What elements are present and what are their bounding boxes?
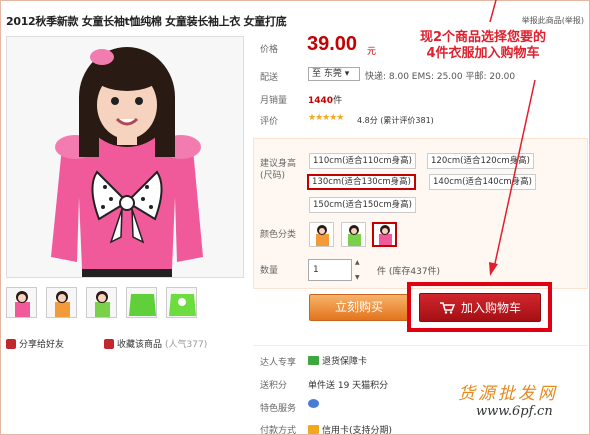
- guarantee-icon: [308, 356, 319, 365]
- annotation-line-1: 现2个商品选择您要的: [419, 30, 547, 45]
- credit-card-icon: [308, 425, 319, 434]
- points-value: 单件送 19 天猫积分: [308, 381, 389, 391]
- watermark-url: www.6pf.cn: [476, 404, 553, 419]
- payment-label: 付款方式: [260, 426, 297, 435]
- watermark-logo: 货源批发网: [458, 384, 558, 404]
- service-label: 特色服务: [260, 404, 297, 414]
- annotation-text: 现2个商品选择您要的 4件衣服加入购物车: [388, 30, 578, 62]
- guarantee-label: 达人专享: [260, 358, 297, 368]
- service-icon[interactable]: [308, 399, 319, 408]
- payment-value[interactable]: 信用卡(支持分期): [322, 423, 392, 435]
- guarantee-row: 退货保障卡: [308, 354, 367, 367]
- guarantee-value[interactable]: 退货保障卡: [322, 354, 367, 367]
- annotation-arrows: [489, 0, 536, 276]
- points-label: 送积分: [260, 381, 288, 391]
- annotation-line-2: 4件衣服加入购物车: [426, 46, 540, 61]
- divider: [253, 345, 588, 346]
- service-row: [308, 399, 319, 408]
- payment-row: 信用卡(支持分期): [308, 423, 392, 435]
